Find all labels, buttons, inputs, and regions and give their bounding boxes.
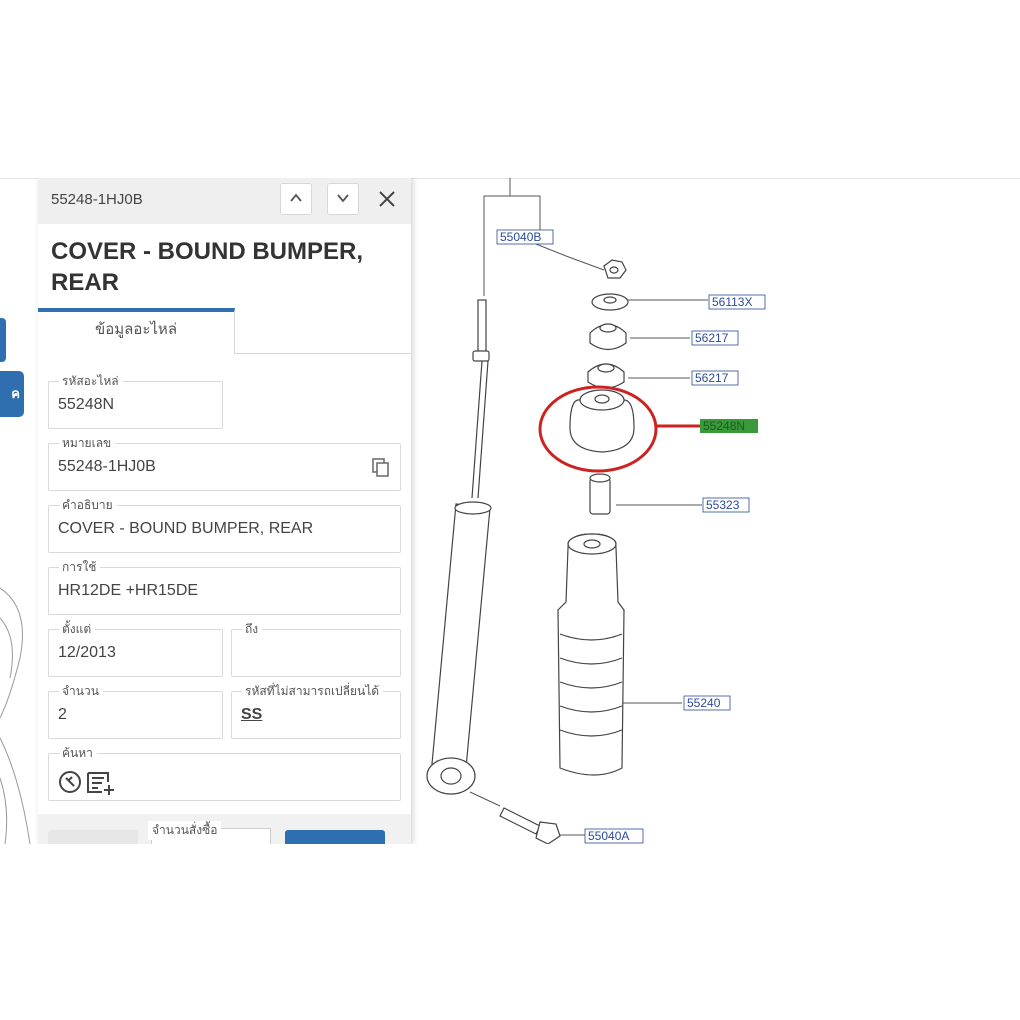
close-icon bbox=[379, 191, 395, 207]
mount-upper bbox=[589, 323, 627, 351]
callouts: 55040B 56113X 56217 56217 55248N 55323 5… bbox=[496, 229, 766, 844]
screen: 55040B 56113X 56217 56217 55248N 55323 5… bbox=[0, 178, 1020, 844]
washer bbox=[591, 293, 629, 311]
close-button[interactable] bbox=[372, 183, 402, 215]
callout-55040b: 55040B bbox=[500, 230, 541, 244]
quantity-label: จำนวน bbox=[59, 684, 103, 698]
chevron-down-icon bbox=[337, 194, 349, 203]
usage-field: การใช้ HR12DE +HR15DE bbox=[48, 560, 401, 615]
tab-strip: ข้อมูลอะไหล่ bbox=[38, 308, 411, 354]
nut bbox=[603, 259, 627, 279]
usage-label: การใช้ bbox=[59, 560, 101, 574]
part-code-value: 55248N bbox=[58, 396, 115, 413]
background-linework bbox=[0, 587, 31, 844]
part-number-field: หมายเลข 55248-1HJ0B bbox=[48, 436, 401, 491]
to-date-label: ถึง bbox=[242, 622, 263, 636]
part-number-label: หมายเลข bbox=[59, 436, 116, 450]
document-add-icon[interactable] bbox=[87, 772, 114, 795]
search-field: ค้นหา bbox=[48, 746, 401, 801]
callout-55248n: 55248N bbox=[703, 419, 745, 433]
panel-header: 55248-1HJ0B bbox=[38, 178, 411, 224]
non-replaceable-code-field: รหัสที่ไม่สามารถเปลี่ยนได้ SS bbox=[231, 684, 401, 739]
search-actions bbox=[59, 771, 114, 795]
left-edge-button[interactable]: ค bbox=[0, 371, 24, 417]
non-replaceable-code-link[interactable]: SS bbox=[241, 706, 262, 724]
callout-56113x: 56113X bbox=[712, 295, 752, 309]
callout-56217-upper: 56217 bbox=[695, 331, 729, 345]
add-to-order-button[interactable]: ... bbox=[285, 830, 385, 844]
left-edge-tab[interactable] bbox=[0, 318, 6, 362]
from-date-value: 12/2013 bbox=[58, 644, 116, 661]
secondary-action-button[interactable] bbox=[48, 830, 138, 844]
callout-56217-lower: 56217 bbox=[695, 371, 729, 385]
part-title: COVER - BOUND BUMPER, REAR bbox=[51, 238, 364, 296]
callout-55240: 55240 bbox=[687, 696, 721, 710]
to-date-field: ถึง bbox=[231, 622, 401, 677]
chevron-up-icon bbox=[290, 193, 302, 202]
mount-lower bbox=[587, 363, 625, 389]
previous-part-button[interactable] bbox=[280, 183, 312, 215]
non-replaceable-code-label: รหัสที่ไม่สามารถเปลี่ยนได้ bbox=[242, 684, 384, 698]
search-label: ค้นหา bbox=[59, 746, 97, 760]
part-code-field: รหัสอะไหล่ 55248N bbox=[48, 374, 223, 429]
bound-bumper bbox=[557, 533, 625, 776]
part-code-label: รหัสอะไหล่ bbox=[59, 374, 123, 388]
from-date-field: ตั้งแต่ 12/2013 bbox=[48, 622, 223, 677]
from-date-label: ตั้งแต่ bbox=[59, 622, 96, 636]
shock-absorber bbox=[426, 299, 492, 795]
header-part-number: 55248-1HJ0B bbox=[51, 191, 143, 208]
quantity-field: จำนวน 2 bbox=[48, 684, 223, 739]
callout-55040a: 55040A bbox=[588, 829, 629, 843]
copy-icon[interactable] bbox=[372, 458, 390, 478]
tab-part-info[interactable]: ข้อมูลอะไหล่ bbox=[38, 308, 235, 354]
callout-55323: 55323 bbox=[706, 498, 740, 512]
bolt bbox=[499, 807, 561, 844]
part-number-value: 55248-1HJ0B bbox=[58, 458, 156, 475]
service-search-icon[interactable] bbox=[59, 771, 81, 793]
description-field: คำอธิบาย COVER - BOUND BUMPER, REAR bbox=[48, 498, 401, 553]
bound-bumper-cover bbox=[569, 389, 635, 453]
order-quantity-label: จำนวนสั่งซื้อ bbox=[148, 821, 222, 840]
quantity-value: 2 bbox=[58, 706, 67, 723]
next-part-button[interactable] bbox=[327, 183, 359, 215]
part-info-panel: 55248-1HJ0B COVER - BOUND BUMPER, REAR ข… bbox=[38, 178, 411, 844]
description-value: COVER - BOUND BUMPER, REAR bbox=[58, 520, 314, 537]
description-label: คำอธิบาย bbox=[59, 498, 117, 512]
sleeve bbox=[589, 473, 611, 515]
usage-value: HR12DE +HR15DE bbox=[58, 582, 199, 599]
